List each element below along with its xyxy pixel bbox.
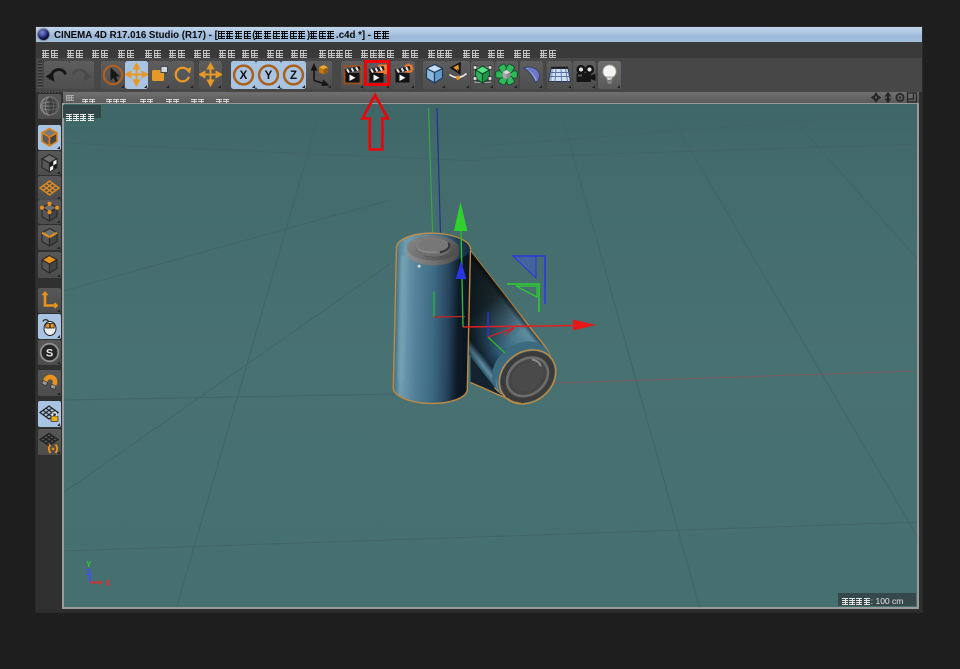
svg-text:Y: Y [265, 70, 273, 82]
svg-text:S: S [45, 348, 52, 360]
svg-text:Z: Z [290, 70, 297, 82]
svg-text:X: X [105, 579, 111, 588]
svg-text:X: X [240, 70, 248, 82]
